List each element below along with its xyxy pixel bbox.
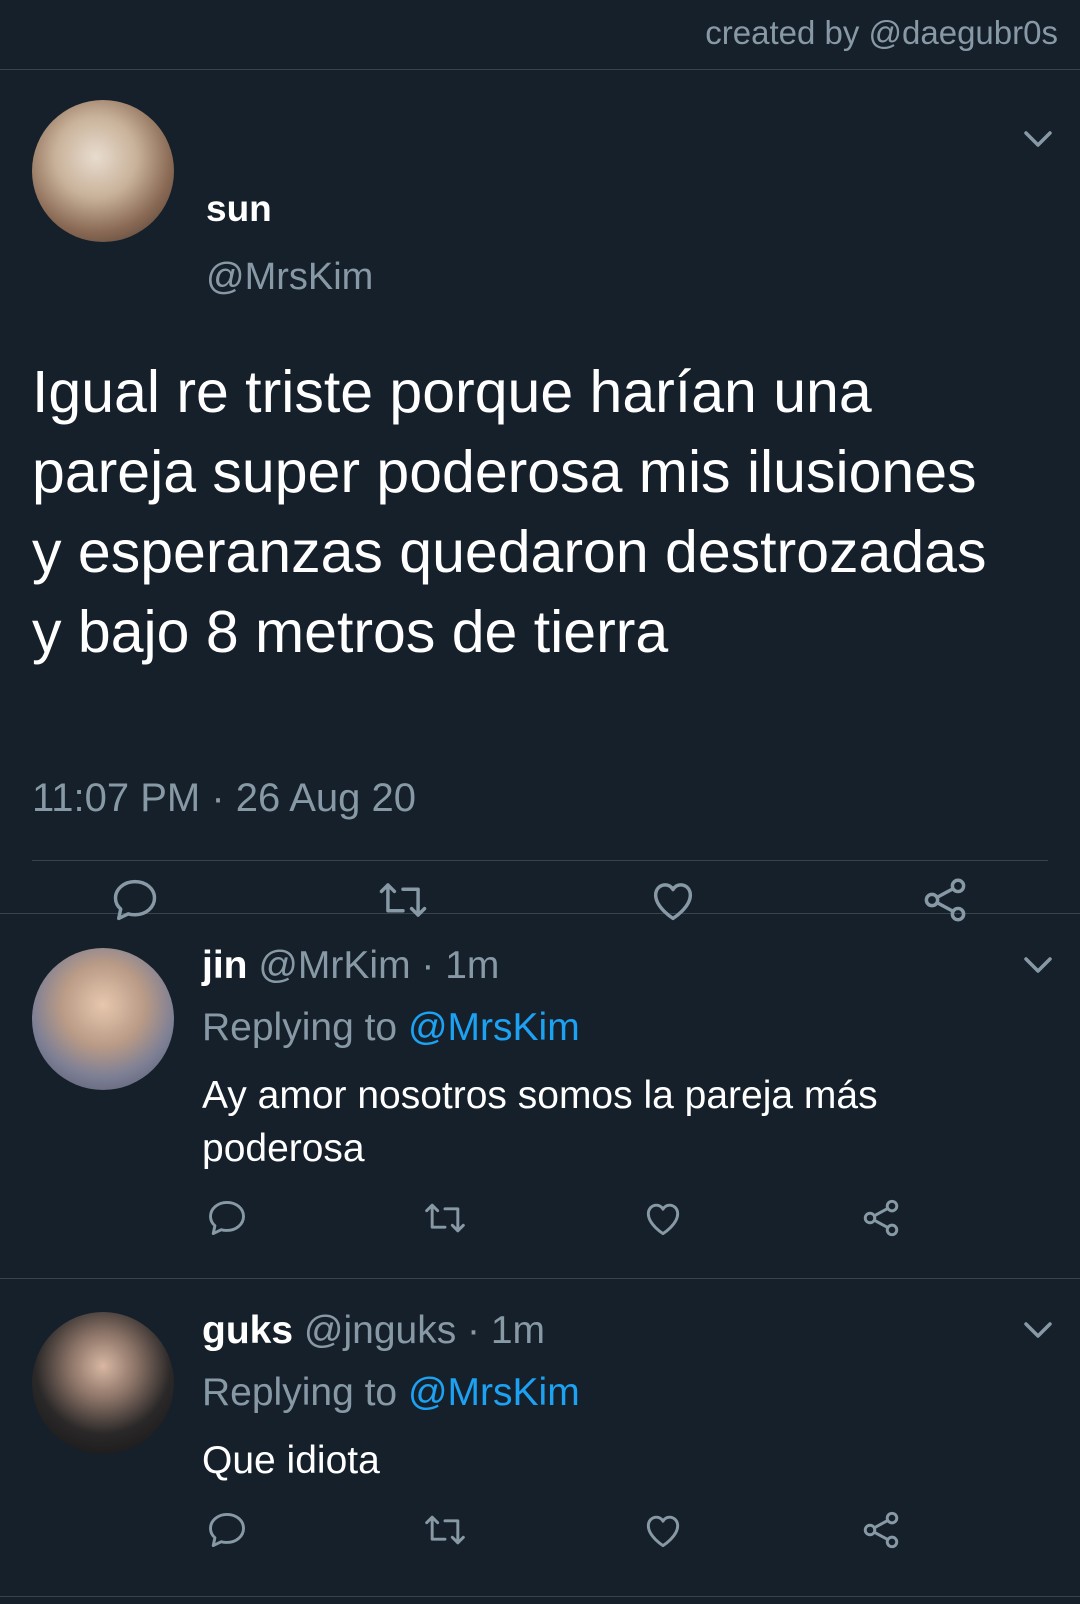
avatar[interactable]	[32, 948, 174, 1090]
heart-icon[interactable]	[640, 1195, 686, 1241]
reply-tweet[interactable]: jin @MrKim · 1m Replying to @MrsKim Ay a…	[0, 914, 1080, 1279]
handle[interactable]: @jnguks	[304, 1309, 456, 1352]
mention-link[interactable]: @MrsKim	[408, 1371, 580, 1414]
display-name[interactable]: guks	[202, 1309, 293, 1352]
mention-link[interactable]: @MrsKim	[408, 1006, 580, 1049]
replying-to: Replying to @MrsKim	[202, 1006, 580, 1050]
avatar[interactable]	[32, 1312, 174, 1454]
chevron-down-icon[interactable]	[1024, 1321, 1052, 1339]
comment-icon[interactable]	[204, 1195, 250, 1241]
handle[interactable]: @MrsKim	[206, 256, 373, 299]
share-icon[interactable]	[858, 1507, 904, 1553]
reply-time: · 1m	[467, 1309, 546, 1352]
replying-to: Replying to @MrsKim	[202, 1371, 580, 1415]
divider	[32, 860, 1048, 861]
handle[interactable]: @MrKim	[258, 944, 410, 987]
reply-header: jin @MrKim · 1m	[202, 944, 499, 988]
display-name[interactable]: sun	[206, 188, 272, 230]
display-name[interactable]: jin	[202, 944, 248, 987]
reply-time: · 1m	[421, 944, 500, 987]
reply-tweet[interactable]: guks @jnguks · 1m Replying to @MrsKim Qu…	[0, 1279, 1080, 1597]
retweet-icon[interactable]	[420, 1507, 470, 1553]
reply-text: Que idiota	[202, 1439, 380, 1482]
replying-label: Replying to	[202, 1371, 398, 1414]
reply-header: guks @jnguks · 1m	[202, 1309, 545, 1353]
timestamp[interactable]: 11:07 PM · 26 Aug 20	[32, 776, 416, 821]
share-icon[interactable]	[858, 1195, 904, 1241]
main-tweet: sun @MrsKim Igual re triste porque haría…	[0, 70, 1080, 922]
action-bar	[0, 1195, 1080, 1247]
retweet-icon[interactable]	[420, 1195, 470, 1241]
heart-icon[interactable]	[640, 1507, 686, 1553]
credit-bar: created by @daegubr0s	[0, 0, 1080, 70]
replying-label: Replying to	[202, 1006, 398, 1049]
tweet-text: Igual re triste porque harían una pareja…	[32, 359, 987, 665]
action-bar	[0, 1507, 1080, 1559]
credit-text: created by @daegubr0s	[705, 14, 1058, 51]
avatar[interactable]	[32, 100, 174, 242]
chevron-down-icon[interactable]	[1024, 956, 1052, 974]
reply-text: Ay amor nosotros somos la pareja más pod…	[202, 1074, 878, 1170]
comment-icon[interactable]	[204, 1507, 250, 1553]
chevron-down-icon[interactable]	[1024, 130, 1052, 148]
divider	[0, 1596, 1080, 1597]
